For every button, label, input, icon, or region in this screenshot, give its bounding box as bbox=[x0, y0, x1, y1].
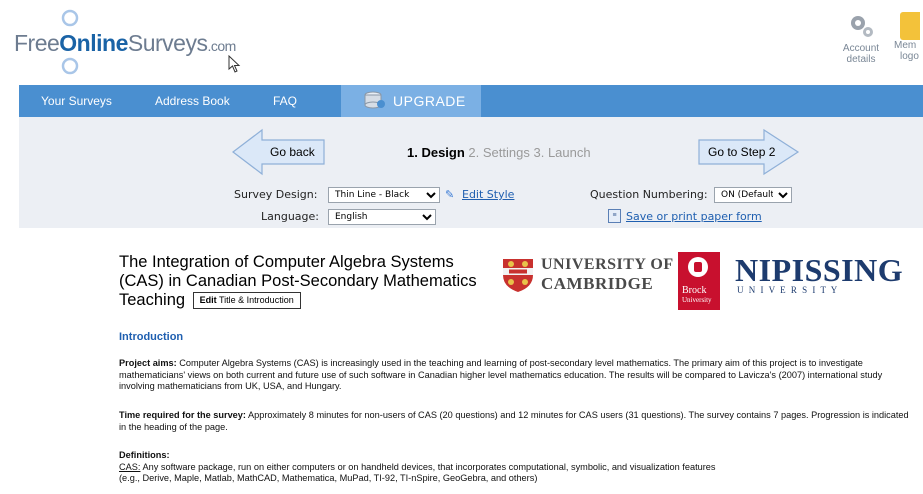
project-aims-paragraph: Project aims: Computer Algebra Systems (… bbox=[119, 358, 909, 393]
logo-text-surveys: Surveys bbox=[127, 30, 208, 56]
step-2-settings: 2. Settings bbox=[468, 145, 530, 160]
main-nav: Your Surveys Address Book FAQ UPGRADE bbox=[19, 85, 923, 118]
nav-address-book[interactable]: Address Book bbox=[155, 85, 230, 117]
brock-logo: Brock University bbox=[678, 252, 720, 310]
introduction-heading: Introduction bbox=[119, 331, 184, 343]
upgrade-label: UPGRADE bbox=[393, 93, 466, 109]
go-to-step-2-label: Go to Step 2 bbox=[708, 145, 776, 159]
question-numbering-select[interactable]: ON (Default) bbox=[714, 187, 792, 203]
member-logo-link[interactable]: Mem logo bbox=[894, 12, 923, 62]
definitions-paragraph: Definitions: CAS: Any software package, … bbox=[119, 450, 909, 485]
project-aims-text: Computer Algebra Systems (CAS) is increa… bbox=[119, 358, 883, 391]
save-print-link[interactable]: Save or print paper form bbox=[626, 210, 762, 223]
database-icon bbox=[364, 91, 385, 109]
brock-line-2: University bbox=[682, 296, 712, 304]
time-required-label: Time required for the survey: bbox=[119, 410, 246, 420]
nav-your-surveys[interactable]: Your Surveys bbox=[41, 85, 112, 117]
cas-examples: (e.g., Derive, Maple, Matlab, MathCAD, M… bbox=[119, 473, 538, 483]
step-3-launch: 3. Launch bbox=[533, 145, 591, 160]
go-back-label: Go back bbox=[270, 145, 315, 159]
logo-text-com: .com bbox=[207, 38, 236, 54]
nipissing-line-1: NIPISSING bbox=[735, 252, 904, 288]
cambridge-logo: UNIVERSITY OF CAMBRIDGE bbox=[501, 254, 673, 298]
nipissing-logo: NIPISSING U N I V E R S I T Y bbox=[735, 252, 915, 302]
nav-faq[interactable]: FAQ bbox=[273, 85, 297, 117]
document-icon: ≡ bbox=[608, 209, 621, 223]
cas-term: CAS: bbox=[119, 461, 141, 472]
logo-text-free: Free bbox=[14, 30, 60, 56]
cambridge-line-2: CAMBRIDGE bbox=[541, 274, 654, 293]
go-to-step-2-button[interactable]: Go to Step 2 bbox=[698, 128, 800, 176]
account-details-link[interactable]: Account details bbox=[836, 12, 886, 65]
site-logo[interactable]: FreeOnlineSurveys.com bbox=[14, 30, 236, 57]
brock-line-1: Brock bbox=[682, 285, 707, 296]
definitions-heading: Definitions: bbox=[119, 450, 170, 460]
edit-button-text: Title & Introduction bbox=[219, 295, 294, 306]
account-label-1: Account bbox=[842, 43, 880, 54]
edit-title-button[interactable]: Edit Title & Introduction bbox=[192, 292, 301, 310]
question-numbering-label: Question Numbering: bbox=[590, 188, 708, 201]
time-required-paragraph: Time required for the survey: Approximat… bbox=[119, 410, 909, 433]
survey-design-label: Survey Design: bbox=[234, 188, 318, 201]
step-1-design: 1. Design bbox=[407, 145, 465, 160]
mouse-cursor-icon bbox=[228, 55, 241, 73]
cambridge-shield-icon bbox=[503, 259, 533, 292]
gears-icon bbox=[851, 16, 873, 37]
member-label-2: logo bbox=[900, 51, 919, 62]
nipissing-line-2: U N I V E R S I T Y bbox=[737, 285, 839, 295]
edit-button-bold: Edit bbox=[199, 295, 217, 306]
member-label-1: Mem bbox=[894, 40, 917, 51]
cas-definition: Any software package, run on either comp… bbox=[140, 461, 716, 472]
language-label: Language: bbox=[261, 210, 319, 223]
go-back-button[interactable]: Go back bbox=[232, 128, 326, 176]
step-indicator: 1. Design 2. Settings 3. Launch bbox=[407, 145, 591, 160]
survey-title: The Integration of Computer Algebra Syst… bbox=[119, 253, 479, 310]
cambridge-line-1: UNIVERSITY OF bbox=[541, 256, 674, 273]
survey-design-select[interactable]: Thin Line - Black bbox=[328, 187, 440, 203]
edit-style-link[interactable]: Edit Style bbox=[462, 188, 514, 201]
logo-text-online: Online bbox=[59, 30, 128, 56]
language-select[interactable]: English bbox=[328, 209, 436, 225]
project-aims-label: Project aims: bbox=[119, 358, 177, 368]
nav-upgrade[interactable]: UPGRADE bbox=[341, 85, 481, 117]
paint-brush-icon: ✎ bbox=[445, 189, 455, 201]
member-icon bbox=[900, 12, 920, 40]
account-label-2: details bbox=[846, 54, 876, 65]
